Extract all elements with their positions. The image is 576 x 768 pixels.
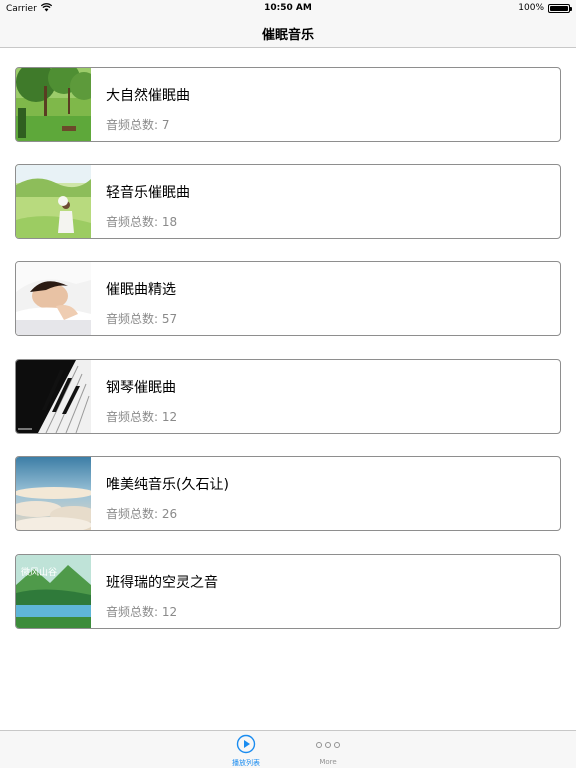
playlist-title: 催眠曲精选 (106, 282, 176, 298)
tab-playlist-label: 播放列表 (232, 759, 260, 767)
playlist-count: 音频总数: 26 (106, 507, 178, 521)
tab-bar: 播放列表 More (0, 730, 576, 768)
status-bar: Carrier 10:50 AM 100% (0, 0, 576, 18)
playlist-list[interactable]: 大自然催眠曲 音频总数: 7 轻音乐催眠曲 音频总数: 18 催眠曲精选 音频总… (0, 48, 576, 730)
playlist-title: 钢琴催眠曲 (106, 380, 176, 396)
more-dots-icon (298, 734, 358, 754)
playlist-count: 音频总数: 12 (106, 605, 178, 619)
playlist-card-light-music[interactable]: 轻音乐催眠曲 音频总数: 18 (15, 164, 561, 239)
play-circle-icon (216, 734, 276, 754)
status-right: 100% (518, 3, 572, 13)
playlist-card-piano[interactable]: 钢琴催眠曲 音频总数: 12 (15, 359, 561, 434)
tab-more[interactable]: More (298, 734, 358, 768)
playlist-count: 音频总数: 18 (106, 215, 178, 229)
playlist-card-nature[interactable]: 大自然催眠曲 音频总数: 7 (15, 67, 561, 142)
playlist-card-hisaishi[interactable]: 唯美纯音乐(久石让) 音频总数: 26 (15, 456, 561, 531)
app-screen: Carrier 10:50 AM 100% 催眠音乐 大自然催眠曲 音频总数: … (0, 0, 576, 768)
battery-icon (548, 3, 572, 13)
tab-more-label: More (319, 758, 337, 766)
battery-percent: 100% (518, 3, 544, 13)
playlist-title: 班得瑞的空灵之音 (106, 575, 218, 591)
playlist-count: 音频总数: 7 (106, 118, 170, 132)
status-time: 10:50 AM (264, 3, 312, 13)
playlist-title: 轻音乐催眠曲 (106, 185, 190, 201)
page-title: 催眠音乐 (261, 28, 314, 43)
playlist-count: 音频总数: 12 (106, 410, 178, 424)
girl-in-meadow-image (16, 165, 91, 238)
mountain-lake-image: 微风山谷 (16, 555, 91, 628)
tab-playlist[interactable]: 播放列表 (216, 734, 276, 768)
playlist-card-selected[interactable]: 催眠曲精选 音频总数: 57 (15, 261, 561, 336)
playlist-count: 音频总数: 57 (106, 312, 178, 326)
sky-clouds-image (16, 457, 91, 530)
forest-park-image (16, 68, 91, 141)
piano-keys-image (16, 360, 91, 433)
playlist-card-bandari[interactable]: 微风山谷 班得瑞的空灵之音 音频总数: 12 (15, 554, 561, 629)
playlist-title: 唯美纯音乐(久石让) (106, 477, 229, 493)
sleeping-woman-image (16, 262, 91, 335)
navigation-bar: 催眠音乐 (0, 18, 576, 48)
album-art-title: 微风山谷 (21, 566, 57, 578)
playlist-title: 大自然催眠曲 (106, 88, 190, 104)
